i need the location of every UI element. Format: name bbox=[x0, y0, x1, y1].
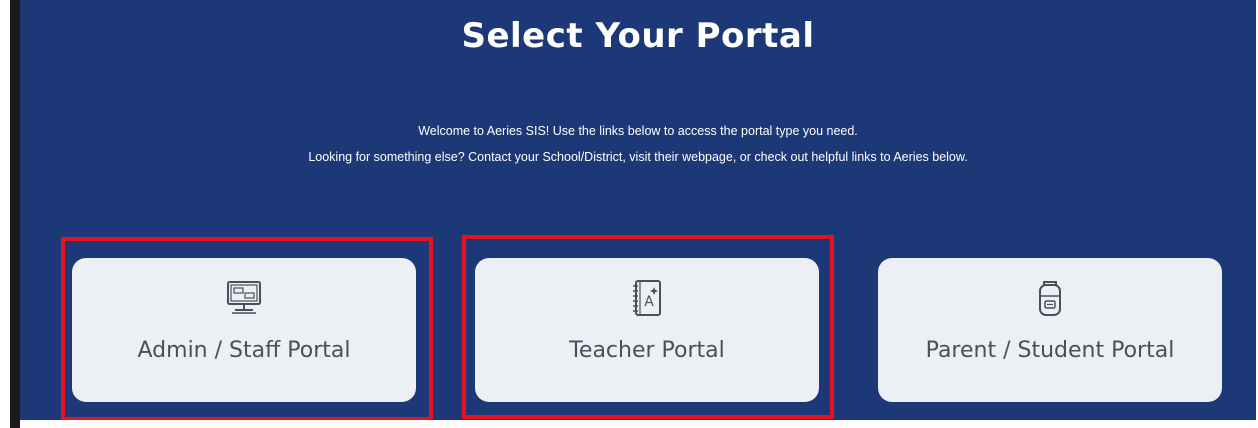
teacher-portal-card[interactable]: A Teacher Portal bbox=[475, 258, 819, 402]
svg-text:A: A bbox=[644, 294, 654, 310]
notebook-icon: A bbox=[633, 280, 661, 316]
welcome-line-2: Looking for something else? Contact your… bbox=[308, 150, 968, 164]
bottom-edge bbox=[20, 420, 1256, 428]
portal-selection-panel: Select Your Portal Welcome to Aeries SIS… bbox=[20, 0, 1256, 420]
admin-staff-portal-card[interactable]: Admin / Staff Portal bbox=[72, 258, 416, 402]
welcome-line-1: Welcome to Aeries SIS! Use the links bel… bbox=[418, 124, 858, 138]
admin-staff-portal-label: Admin / Staff Portal bbox=[137, 338, 351, 363]
parent-student-portal-card[interactable]: Parent / Student Portal bbox=[878, 258, 1222, 402]
page-title: Select Your Portal bbox=[461, 16, 815, 56]
window-edge bbox=[10, 0, 20, 428]
welcome-message: Welcome to Aeries SIS! Use the links bel… bbox=[20, 118, 1256, 170]
backpack-icon bbox=[1039, 281, 1061, 316]
computer-monitor-icon bbox=[227, 281, 261, 314]
parent-student-portal-label: Parent / Student Portal bbox=[925, 338, 1175, 363]
teacher-portal-label: Teacher Portal bbox=[569, 338, 725, 363]
